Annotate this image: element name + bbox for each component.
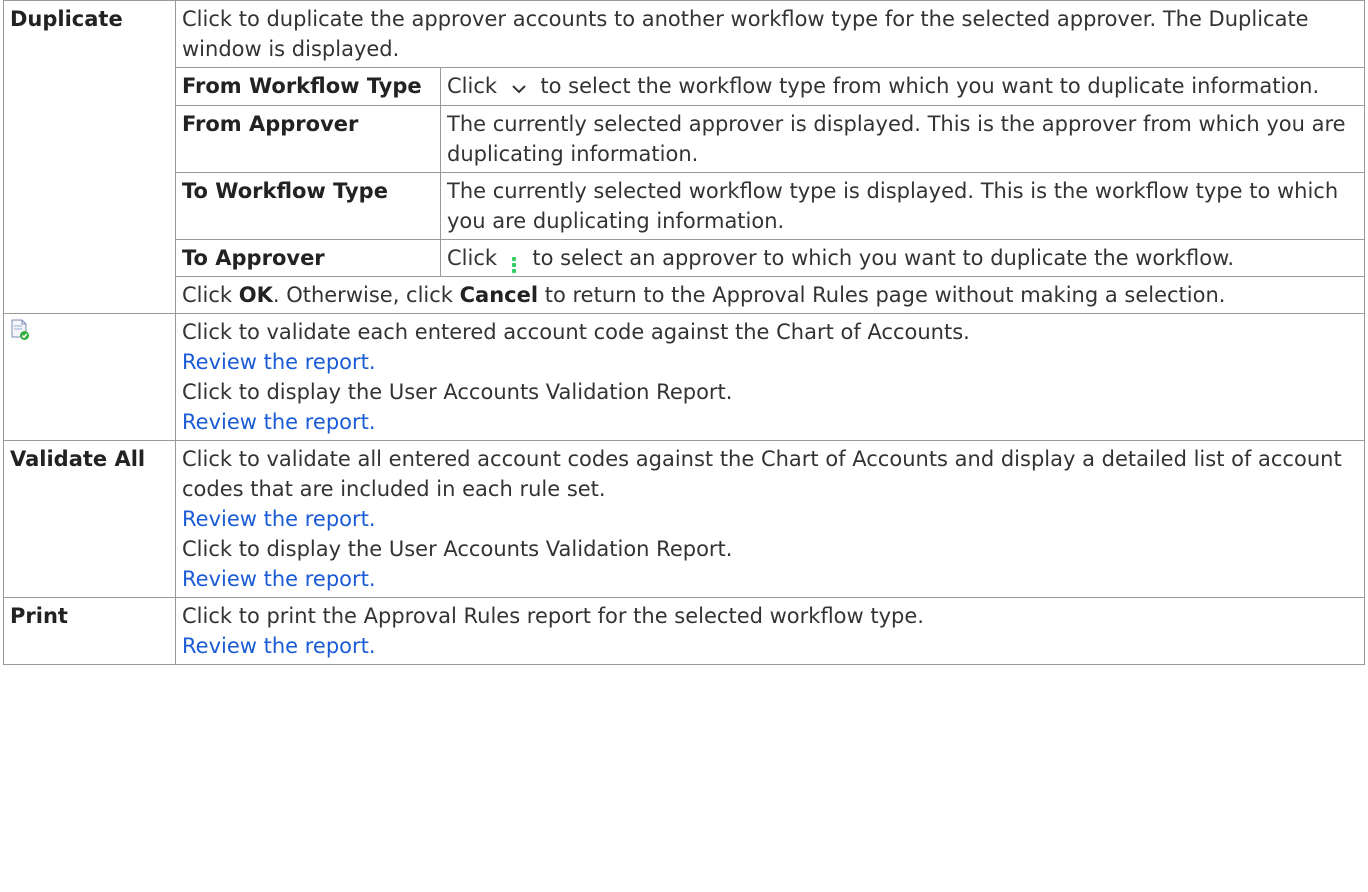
field-row: To Approver Click to select an approver … [176, 239, 1364, 277]
field-row: From Approver The currently selected app… [176, 105, 1364, 173]
cancel-term: Cancel [459, 283, 539, 307]
print-description: Click to print the Approval Rules report… [175, 597, 1365, 665]
field-desc: The currently selected approver is displ… [440, 105, 1364, 173]
help-table: Duplicate Click to duplicate the approve… [3, 0, 1365, 665]
review-report-link[interactable]: Review the report. [182, 504, 1358, 534]
review-report-link[interactable]: Review the report. [182, 564, 1358, 594]
chevron-down-icon [512, 72, 526, 102]
duplicate-footer: Click OK. Otherwise, click Cancel to ret… [182, 283, 1226, 307]
duplicate-fields-table: From Workflow Type Click to select the w… [176, 67, 1364, 277]
duplicate-label: Duplicate [3, 0, 176, 314]
field-desc: The currently selected workflow type is … [440, 172, 1364, 240]
review-report-link[interactable]: Review the report. [182, 631, 1358, 661]
row-validate: Click to validate each entered account c… [3, 313, 1365, 441]
row-duplicate: Duplicate Click to duplicate the approve… [3, 0, 1365, 314]
validate-document-icon[interactable] [10, 319, 30, 349]
field-row: To Workflow Type The currently selected … [176, 172, 1364, 240]
duplicate-description: Click to duplicate the approver accounts… [175, 0, 1365, 314]
ok-term: OK [238, 283, 273, 307]
row-validate-all: Validate All Click to validate all enter… [3, 440, 1365, 598]
duplicate-desc-text: Click to duplicate the approver accounts… [182, 7, 1309, 61]
field-desc: Click to select the workflow type from w… [440, 67, 1364, 106]
vertical-dots-icon [511, 257, 516, 273]
validate-icon-cell [3, 313, 176, 441]
validate-all-description: Click to validate all entered account co… [175, 440, 1365, 598]
field-label: From Workflow Type [176, 67, 441, 106]
field-desc: Click to select an approver to which you… [440, 239, 1364, 277]
row-print: Print Click to print the Approval Rules … [3, 597, 1365, 665]
review-report-link[interactable]: Review the report. [182, 347, 1358, 377]
review-report-link[interactable]: Review the report. [182, 407, 1358, 437]
field-label: To Approver [176, 239, 441, 277]
field-label: From Approver [176, 105, 441, 173]
validate-description: Click to validate each entered account c… [175, 313, 1365, 441]
field-label: To Workflow Type [176, 172, 441, 240]
print-label: Print [3, 597, 176, 665]
field-row: From Workflow Type Click to select the w… [176, 67, 1364, 106]
validate-all-label: Validate All [3, 440, 176, 598]
